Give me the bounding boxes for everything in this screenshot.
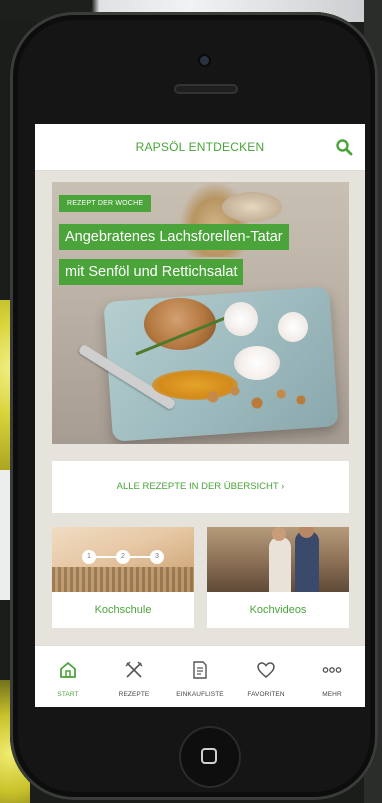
hero-title-line-2: mit Senföl und Rettichsalat bbox=[59, 259, 244, 285]
baking-tray bbox=[52, 567, 194, 592]
recipe-of-week-badge: REZEPT DER WOCHE bbox=[59, 195, 152, 212]
cooking-school-image: 1 2 3 bbox=[52, 527, 194, 592]
steps-indicator: 1 2 3 bbox=[82, 550, 164, 564]
list-icon bbox=[193, 661, 207, 679]
tab-rezepte[interactable]: REZEPTE bbox=[101, 646, 167, 707]
step-2: 2 bbox=[116, 550, 130, 564]
tab-favoriten[interactable]: FAVORITEN bbox=[233, 646, 299, 707]
tab-start[interactable]: START bbox=[35, 646, 101, 707]
host-figure bbox=[295, 531, 319, 592]
tab-mehr[interactable]: MEHR bbox=[299, 646, 365, 707]
step-connector bbox=[130, 556, 150, 558]
tab-favoriten-label: FAVORITEN bbox=[247, 691, 285, 698]
app-screen: RAPSÖL ENTDECKEN REZEPT DER WOCHE Angebr… bbox=[35, 124, 365, 707]
tab-start-label: START bbox=[57, 691, 79, 698]
hero-plate bbox=[103, 286, 339, 442]
hero-bowl bbox=[222, 192, 282, 222]
bottom-tab-bar: START REZEPTE EINKAUFLISTE FAVORITEN MEH… bbox=[35, 645, 365, 707]
chef-figure bbox=[269, 537, 291, 592]
step-connector bbox=[96, 556, 116, 558]
cooking-videos-card[interactable]: Kochvideos bbox=[207, 527, 349, 628]
home-button[interactable] bbox=[181, 728, 239, 786]
home-button-square-icon bbox=[201, 748, 217, 764]
heart-icon bbox=[257, 662, 275, 678]
tab-einkaufliste-label: EINKAUFLISTE bbox=[176, 691, 224, 698]
cooking-school-label: Kochschule bbox=[94, 604, 152, 616]
phone-speaker bbox=[174, 84, 238, 94]
tab-rezepte-label: REZEPTE bbox=[118, 691, 150, 698]
front-camera bbox=[200, 56, 209, 65]
hero-nuts bbox=[202, 382, 312, 412]
hero-radish bbox=[234, 346, 280, 380]
chef-head bbox=[272, 527, 286, 541]
tab-einkaufliste[interactable]: EINKAUFLISTE bbox=[167, 646, 233, 707]
all-recipes-button[interactable]: ALLE REZEPTE IN DER ÜBERSICHT › bbox=[52, 461, 349, 513]
recipe-of-the-week-hero[interactable]: REZEPT DER WOCHE Angebratenes Lachsforel… bbox=[52, 182, 349, 444]
tab-mehr-label: MEHR bbox=[322, 691, 342, 698]
step-1: 1 bbox=[82, 550, 96, 564]
hero-radish bbox=[224, 302, 258, 336]
cooking-videos-image bbox=[207, 527, 349, 592]
step-3: 3 bbox=[150, 550, 164, 564]
cooking-videos-label: Kochvideos bbox=[249, 604, 307, 616]
cooking-school-card[interactable]: 1 2 3 Kochschule bbox=[52, 527, 194, 628]
hero-title-line-1: Angebratenes Lachsforellen-Tatar bbox=[59, 224, 289, 250]
hero-radish bbox=[278, 312, 308, 342]
app-title: RAPSÖL ENTDECKEN bbox=[135, 140, 265, 154]
app-header: RAPSÖL ENTDECKEN bbox=[35, 124, 365, 171]
search-icon[interactable] bbox=[335, 138, 353, 156]
utensils-icon bbox=[125, 661, 143, 678]
home-icon bbox=[60, 662, 76, 678]
more-icon bbox=[322, 667, 342, 673]
